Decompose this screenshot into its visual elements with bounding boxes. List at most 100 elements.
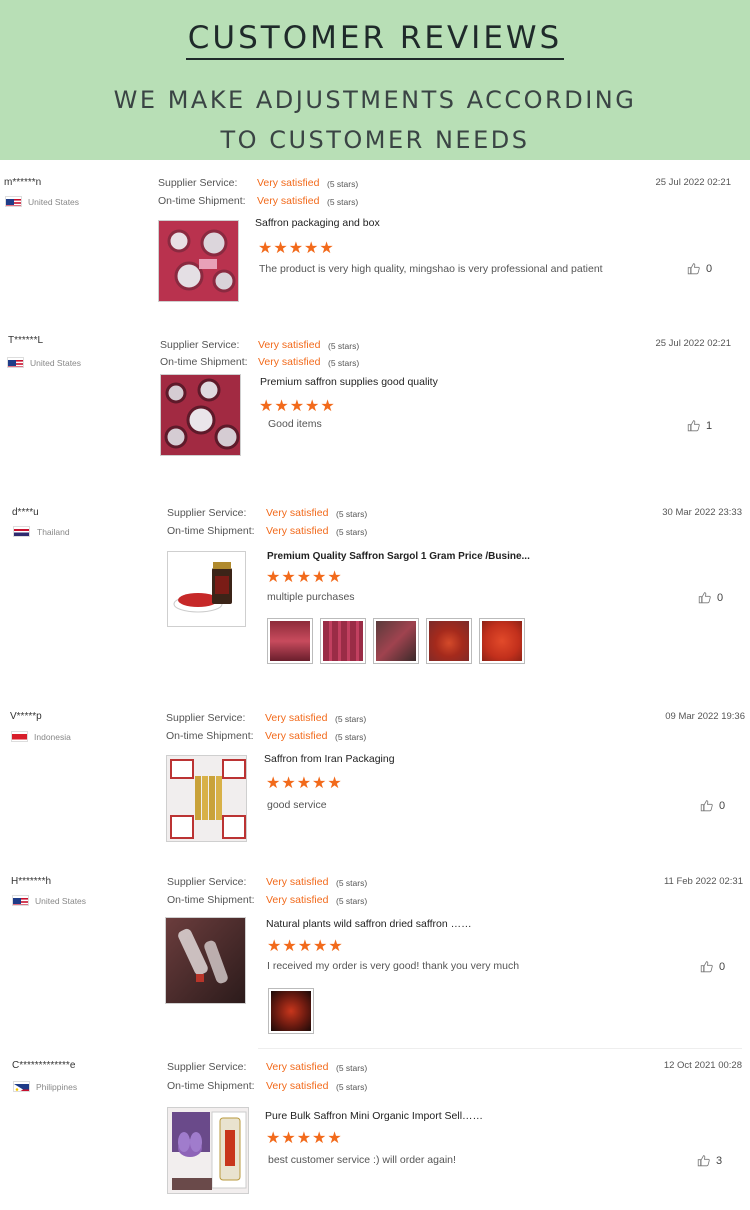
- review-stars: ★★★★★: [267, 938, 344, 955]
- ontime-shipment-label: On-time Shipment:: [167, 894, 255, 906]
- us-flag-icon: [12, 895, 29, 906]
- review-card: C*************e Philippines Supplier Ser…: [0, 1045, 750, 1210]
- supplier-service-label: Supplier Service:: [158, 177, 238, 189]
- review-date: 11 Feb 2022 02:31: [663, 876, 743, 887]
- reviewer-name: V*****p: [10, 711, 42, 722]
- ontime-shipment-rating: Very satisfied: [266, 1080, 329, 1092]
- product-title[interactable]: Premium saffron supplies good quality: [260, 376, 438, 388]
- us-flag-icon: [5, 196, 22, 207]
- supplier-service-rating: Very satisfied: [257, 177, 320, 189]
- header-banner: CUSTOMER REVIEWS WE MAKE ADJUSTMENTS ACC…: [0, 0, 750, 160]
- review-photo[interactable]: [320, 618, 366, 664]
- ontime-shipment-stars: (5 stars): [328, 358, 360, 368]
- review-card: d****u Thailand Supplier Service: Very s…: [0, 490, 750, 695]
- thailand-flag-icon: [13, 526, 30, 537]
- product-title[interactable]: Premium Quality Saffron Sargol 1 Gram Pr…: [267, 551, 530, 562]
- review-comment: best customer service :) will order agai…: [268, 1154, 456, 1166]
- review-photo[interactable]: [267, 618, 313, 664]
- ontime-shipment-label: On-time Shipment:: [166, 730, 254, 742]
- supplier-service-stars: (5 stars): [336, 509, 368, 519]
- review-stars: ★★★★★: [266, 569, 343, 586]
- review-date: 09 Mar 2022 19:36: [665, 711, 745, 722]
- like-count: 0: [706, 262, 713, 275]
- supplier-service-stars: (5 stars): [336, 1063, 368, 1073]
- reviewer-name: C*************e: [12, 1060, 76, 1071]
- us-flag-icon: [7, 357, 24, 368]
- product-title[interactable]: Saffron packaging and box: [255, 217, 380, 229]
- review-photo[interactable]: [426, 618, 472, 664]
- reviewer-name: m******n: [4, 177, 42, 188]
- product-thumbnail[interactable]: [158, 220, 239, 302]
- product-thumbnail[interactable]: [167, 1107, 249, 1194]
- reviewer-country: Thailand: [37, 527, 70, 537]
- thumbs-up-icon: [698, 592, 711, 604]
- supplier-service-label: Supplier Service:: [167, 876, 247, 888]
- ontime-shipment-label: On-time Shipment:: [158, 195, 246, 207]
- ontime-shipment-stars: (5 stars): [335, 732, 367, 742]
- ontime-shipment-label: On-time Shipment:: [160, 356, 248, 368]
- ontime-shipment-rating: Very satisfied: [265, 730, 328, 742]
- product-title[interactable]: Saffron from Iran Packaging: [264, 753, 395, 765]
- reviewer-country: Philippines: [36, 1082, 78, 1092]
- review-comment: Good items: [268, 418, 322, 430]
- indonesia-flag-icon: [11, 731, 28, 742]
- supplier-service-stars: (5 stars): [335, 714, 367, 724]
- review-comment: I received my order is very good! thank …: [267, 960, 520, 972]
- product-title[interactable]: Natural plants wild saffron dried saffro…: [266, 918, 472, 930]
- philippines-flag-icon: [13, 1081, 30, 1092]
- like-button[interactable]: 0: [687, 262, 712, 275]
- product-title[interactable]: Pure Bulk Saffron Mini Organic Import Se…: [265, 1110, 483, 1122]
- reviewer-name: H*******h: [11, 876, 52, 887]
- reviewer-name: T******L: [8, 335, 44, 346]
- like-count: 0: [717, 591, 724, 604]
- review-photo[interactable]: [268, 988, 314, 1034]
- product-thumbnail[interactable]: [166, 755, 247, 842]
- review-stars: ★★★★★: [266, 775, 343, 792]
- page-title: CUSTOMER REVIEWS: [0, 20, 750, 60]
- product-thumbnail[interactable]: [167, 551, 246, 627]
- like-button[interactable]: 0: [700, 799, 725, 812]
- reviewer-name: d****u: [12, 507, 39, 518]
- reviewer-country: United States: [28, 197, 80, 207]
- review-photo[interactable]: [373, 618, 419, 664]
- review-date: 12 Oct 2021 00:28: [663, 1060, 742, 1071]
- page-subtitle-line1: WE MAKE ADJUSTMENTS ACCORDING: [113, 86, 637, 114]
- like-button[interactable]: 0: [698, 591, 723, 604]
- review-comment: multiple purchases: [267, 591, 355, 603]
- like-button[interactable]: 3: [697, 1154, 722, 1167]
- ontime-shipment-stars: (5 stars): [336, 1082, 368, 1092]
- like-button[interactable]: 1: [687, 419, 712, 432]
- review-card: H*******h United States Supplier Service…: [0, 860, 750, 1045]
- supplier-service-stars: (5 stars): [328, 341, 360, 351]
- review-card: V*****p Indonesia Supplier Service: Very…: [0, 695, 750, 860]
- product-thumbnail[interactable]: [165, 917, 246, 1004]
- review-stars: ★★★★★: [259, 398, 336, 415]
- ontime-shipment-stars: (5 stars): [327, 197, 359, 207]
- thumbs-up-icon: [697, 1155, 710, 1167]
- supplier-service-label: Supplier Service:: [160, 339, 240, 351]
- supplier-service-label: Supplier Service:: [167, 1061, 247, 1073]
- thumbs-up-icon: [687, 263, 700, 275]
- thumbs-up-icon: [687, 420, 700, 432]
- ontime-shipment-label: On-time Shipment:: [167, 525, 255, 537]
- review-card: T******L United States Supplier Service:…: [0, 320, 750, 485]
- supplier-service-label: Supplier Service:: [166, 712, 246, 724]
- review-date: 25 Jul 2022 02:21: [655, 338, 731, 349]
- supplier-service-rating: Very satisfied: [266, 1061, 329, 1073]
- like-button[interactable]: 0: [700, 960, 725, 973]
- ontime-shipment-rating: Very satisfied: [266, 525, 329, 537]
- review-photo[interactable]: [479, 618, 525, 664]
- review-stars: ★★★★★: [266, 1130, 343, 1147]
- page-subtitle-line2: TO CUSTOMER NEEDS: [220, 126, 530, 154]
- like-count: 0: [719, 799, 726, 812]
- supplier-service-rating: Very satisfied: [265, 712, 328, 724]
- review-comment: good service: [267, 799, 327, 811]
- reviewer-country: United States: [30, 358, 82, 368]
- ontime-shipment-stars: (5 stars): [336, 896, 368, 906]
- ontime-shipment-rating: Very satisfied: [258, 356, 321, 368]
- supplier-service-rating: Very satisfied: [266, 507, 329, 519]
- supplier-service-stars: (5 stars): [327, 179, 359, 189]
- product-thumbnail[interactable]: [160, 374, 241, 456]
- reviewer-country: Indonesia: [34, 732, 71, 742]
- supplier-service-label: Supplier Service:: [167, 507, 247, 519]
